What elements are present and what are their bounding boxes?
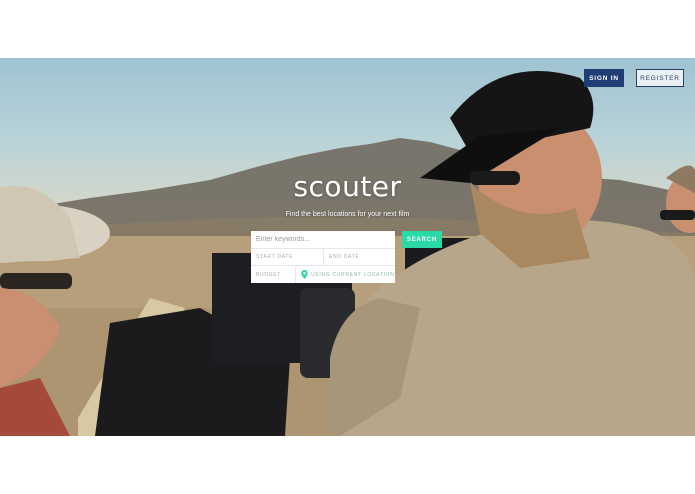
sign-in-button[interactable]: SIGN IN [584, 69, 624, 87]
search-button[interactable]: SEARCH [402, 231, 442, 248]
location-field[interactable]: USING CURRENT LOCATION [296, 266, 395, 283]
map-pin-icon [301, 270, 308, 279]
budget-field[interactable]: BUDGET [251, 266, 296, 283]
register-button[interactable]: REGISTER [636, 69, 684, 87]
hero-banner: SIGN IN REGISTER scouter Find the best l… [0, 58, 695, 436]
end-date-field[interactable]: END DATE [323, 249, 395, 265]
search-form: START DATE END DATE BUDGET USING CURRENT… [251, 231, 395, 283]
tagline: Find the best locations for your next fi… [285, 211, 410, 218]
location-label: USING CURRENT LOCATION [311, 271, 395, 278]
keywords-input[interactable] [251, 231, 395, 249]
page: SIGN IN REGISTER scouter Find the best l… [0, 0, 695, 494]
brand-logo: scouter [293, 170, 402, 203]
start-date-field[interactable]: START DATE [251, 249, 323, 265]
date-row: START DATE END DATE [251, 249, 395, 266]
budget-location-row: BUDGET USING CURRENT LOCATION [251, 266, 395, 283]
